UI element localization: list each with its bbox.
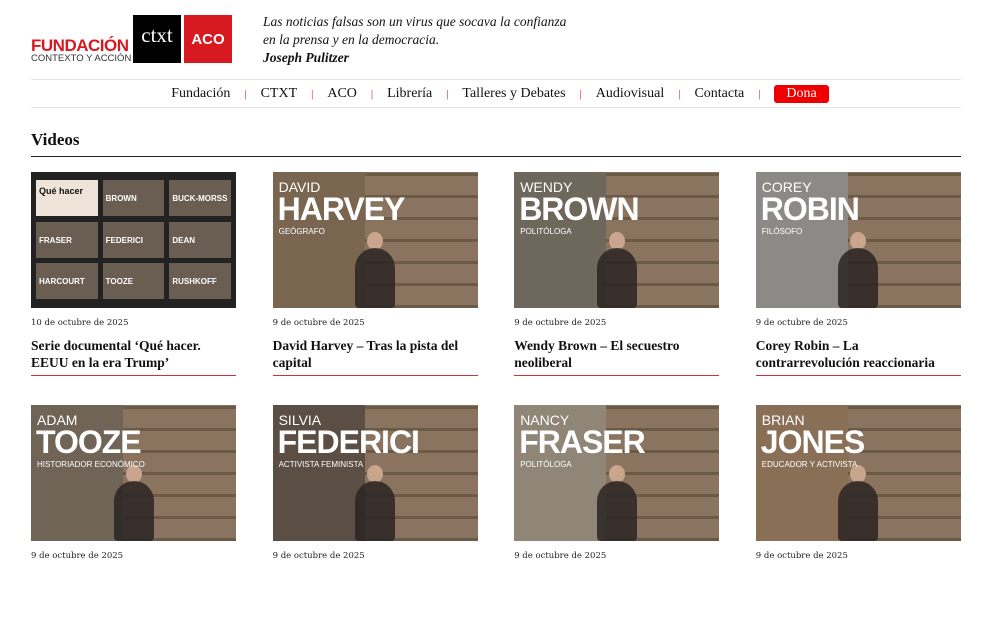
- person-image: [355, 481, 396, 541]
- video-card[interactable]: COREY ROBIN FILÓSOFO 9 de octubre de 2025 Co…: [755, 172, 961, 405]
- nav-separator: |: [579, 88, 582, 100]
- video-title[interactable]: Wendy Brown – El secuestro neoliberal: [514, 337, 719, 373]
- site-header: FUNDACIÓN CONTEXTO Y ACCIÓN ctxt ACO Las…: [31, 13, 961, 67]
- divider: [755, 375, 961, 376]
- mosaic-tile: HARCOURT: [36, 263, 98, 300]
- video-card[interactable]: SILVIA FEDERICI ACTIVISTA FEMINISTA 9 de oc…: [272, 405, 478, 638]
- mosaic-tile: FRASER: [36, 221, 98, 258]
- video-date: 10 de octubre de 2025: [31, 318, 129, 328]
- nav-item[interactable]: ACO: [327, 86, 357, 102]
- video-thumbnail[interactable]: DAVID HARVEY GEÓGRAFO: [272, 172, 478, 308]
- mosaic-tile: BROWN: [102, 180, 165, 216]
- nav-item[interactable]: Talleres y Debates: [462, 86, 565, 102]
- person-image: [596, 248, 637, 308]
- main-nav: Fundación | CTXT | ACO | Librería | Talleres y D…: [0, 84, 1000, 104]
- video-thumbnail[interactable]: BRIAN JONES EDUCADOR Y ACTIVISTA: [755, 405, 961, 541]
- nav-item[interactable]: CTXT: [261, 86, 298, 102]
- video-card[interactable]: DAVID HARVEY GEÓGRAFO 9 de octubre de 2025 D…: [272, 172, 478, 405]
- mosaic-tile: DEAN: [169, 221, 231, 258]
- video-date: 9 de octubre de 2025: [272, 318, 365, 328]
- video-thumbnail[interactable]: COREY ROBIN FILÓSOFO: [755, 172, 961, 308]
- video-card[interactable]: ADAM TOOZE HISTORIADOR ECONÓMICO 9 de octub…: [31, 405, 236, 638]
- mosaic-tile: RUSHKOFF: [169, 263, 231, 300]
- mosaic-tile: BUCK-MORSS: [169, 180, 231, 216]
- quote-author: Joseph Pulitzer: [263, 50, 349, 65]
- video-date: 9 de octubre de 2025: [755, 318, 848, 328]
- nav-item[interactable]: Contacta: [694, 86, 744, 102]
- video-date: 9 de octubre de 2025: [755, 551, 848, 561]
- logo-fundacion[interactable]: FUNDACIÓN CONTEXTO Y ACCIÓN: [31, 37, 131, 64]
- person-image: [838, 481, 879, 541]
- video-grid: Qué hacer BROWN BUCK-MORSS FRASER FEDERICI DE…: [31, 172, 961, 638]
- video-thumbnail[interactable]: SILVIA FEDERICI ACTIVISTA FEMINISTA: [272, 405, 478, 541]
- divider: [31, 156, 961, 157]
- video-title[interactable]: Serie documental ‘Qué hacer. EEUU en la …: [31, 337, 236, 373]
- section-title: Videos: [31, 130, 80, 149]
- video-card[interactable]: BRIAN JONES EDUCADOR Y ACTIVISTA 9 de octub…: [755, 405, 961, 638]
- person-image: [596, 481, 637, 541]
- nav-separator: |: [678, 88, 681, 100]
- video-date: 9 de octubre de 2025: [514, 318, 607, 328]
- nav-separator: |: [758, 88, 761, 100]
- video-thumbnail[interactable]: NANCY FRASER POLITÓLOGA: [514, 405, 720, 541]
- mosaic-tile: TOOZE: [102, 263, 165, 300]
- mosaic-tile: FEDERICI: [102, 221, 165, 258]
- video-title[interactable]: David Harvey – Tras la pista del capital: [273, 337, 478, 373]
- mosaic-tile: Qué hacer: [36, 180, 98, 216]
- nav-item[interactable]: Librería: [387, 86, 432, 102]
- video-thumbnail[interactable]: WENDY BROWN POLITÓLOGA: [514, 172, 720, 308]
- video-date: 9 de octubre de 2025: [272, 551, 365, 561]
- logo-aco[interactable]: ACO: [184, 15, 232, 63]
- donate-button[interactable]: Dona: [774, 85, 829, 103]
- person-image: [355, 248, 396, 308]
- nav-separator: |: [370, 88, 374, 100]
- divider: [31, 79, 961, 80]
- divider: [31, 375, 236, 376]
- video-thumbnail[interactable]: ADAM TOOZE HISTORIADOR ECONÓMICO: [31, 405, 236, 541]
- video-thumbnail[interactable]: Qué hacer BROWN BUCK-MORSS FRASER FEDERICI DE…: [31, 172, 236, 308]
- nav-separator: |: [244, 88, 247, 100]
- logo-ctxt[interactable]: ctxt: [133, 15, 181, 63]
- nav-separator: |: [446, 88, 449, 100]
- video-title[interactable]: Corey Robin – La contrarrevolución reacc…: [756, 337, 961, 373]
- video-date: 9 de octubre de 2025: [514, 551, 607, 561]
- nav-item[interactable]: Fundación: [171, 86, 230, 102]
- video-card[interactable]: WENDY BROWN POLITÓLOGA 9 de octubre de 2025…: [514, 172, 720, 405]
- header-quote: Las noticias falsas son un virus que soc…: [263, 13, 573, 67]
- divider: [272, 375, 478, 376]
- video-card[interactable]: Qué hacer BROWN BUCK-MORSS FRASER FEDERICI DE…: [31, 172, 236, 405]
- divider: [514, 375, 720, 376]
- person-image: [838, 248, 879, 308]
- video-card[interactable]: NANCY FRASER POLITÓLOGA 9 de octubre de 202…: [514, 405, 720, 638]
- video-date: 9 de octubre de 2025: [31, 551, 124, 561]
- nav-item[interactable]: Audiovisual: [596, 86, 664, 102]
- nav-separator: |: [311, 88, 314, 100]
- person-image: [113, 481, 154, 541]
- divider: [31, 107, 961, 108]
